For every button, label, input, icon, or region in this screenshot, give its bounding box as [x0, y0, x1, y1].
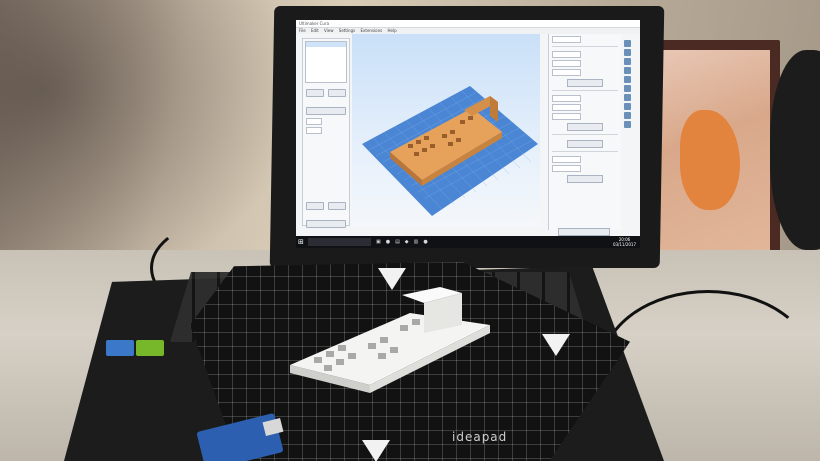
view-tool-icon[interactable]	[623, 85, 631, 92]
settings-row	[552, 156, 618, 163]
left-panel-button[interactable]	[328, 89, 346, 97]
left-panel-field-row	[306, 118, 346, 125]
left-panel-field-row	[306, 127, 346, 134]
menu-extensions[interactable]: Extensions	[360, 28, 382, 33]
slice-button[interactable]	[558, 228, 610, 236]
left-panel-field[interactable]	[306, 127, 322, 134]
settings-select[interactable]	[552, 165, 581, 172]
objects-panel	[302, 38, 350, 228]
settings-button[interactable]	[567, 123, 603, 131]
settings-select[interactable]	[552, 156, 581, 163]
settings-select[interactable]	[552, 60, 581, 67]
settings-row	[552, 165, 618, 172]
object-list[interactable]	[305, 41, 347, 83]
settings-row	[552, 51, 618, 58]
settings-row	[552, 104, 618, 111]
taskbar-app-icons[interactable]: ▣●▤◆▥●	[376, 239, 433, 245]
left-panel-field[interactable]	[306, 118, 322, 125]
menu-edit[interactable]: Edit	[311, 28, 319, 33]
build-plate-scene	[362, 86, 538, 216]
mirror-tool-icon[interactable]	[623, 67, 631, 74]
menu-view[interactable]: View	[324, 28, 334, 33]
settings-select[interactable]	[552, 69, 581, 76]
view-tool-icon[interactable]	[623, 112, 631, 119]
left-panel-button[interactable]	[306, 89, 324, 97]
view-tool-icon[interactable]	[623, 121, 631, 128]
settings-select[interactable]	[552, 113, 581, 120]
settings-panel	[548, 34, 621, 230]
scale-tool-icon[interactable]	[623, 49, 631, 56]
view-tool-icon[interactable]	[623, 94, 631, 101]
printed-part	[290, 287, 490, 393]
settings-section	[552, 151, 618, 154]
3d-viewport[interactable]	[352, 34, 540, 226]
settings-row	[552, 113, 618, 120]
laptop-screen: Ultimaker Cura File Edit View Settings E…	[296, 20, 640, 248]
left-panel-button[interactable]	[306, 220, 346, 228]
settings-section	[552, 90, 618, 93]
clock-date: 03/11/2017	[612, 242, 636, 247]
window-title: Ultimaker Cura	[299, 21, 330, 26]
taskbar-clock[interactable]: 20:06 03/11/2017	[613, 237, 636, 247]
windows-start-icon[interactable]: ⊞	[298, 238, 306, 246]
window-titlebar: Ultimaker Cura	[296, 20, 640, 28]
object-list-selected-row[interactable]	[306, 42, 346, 47]
windows-taskbar: ⊞ ▣●▤◆▥● 20:06 03/11/2017	[296, 236, 640, 248]
settings-select[interactable]	[552, 95, 581, 102]
settings-select[interactable]	[552, 51, 581, 58]
settings-select[interactable]	[552, 104, 581, 111]
menu-settings[interactable]: Settings	[339, 28, 355, 33]
settings-select[interactable]	[552, 36, 581, 43]
taskbar-search[interactable]	[308, 238, 371, 246]
settings-row	[552, 60, 618, 67]
settings-row	[552, 69, 618, 76]
rotate-tool-icon[interactable]	[623, 58, 631, 65]
mat-triangle-mark	[542, 334, 570, 356]
settings-button[interactable]	[567, 175, 603, 183]
tool-strip	[622, 38, 632, 168]
view-tool-icon[interactable]	[623, 76, 631, 83]
left-panel-button[interactable]	[328, 202, 346, 210]
sticker	[106, 340, 134, 356]
mat-triangle-mark	[362, 440, 390, 461]
move-tool-icon[interactable]	[623, 40, 631, 47]
sticker	[136, 340, 164, 356]
menu-file[interactable]: File	[299, 28, 306, 33]
left-panel-button[interactable]	[306, 202, 324, 210]
settings-button[interactable]	[567, 79, 603, 87]
left-panel-button[interactable]	[306, 107, 346, 115]
settings-section	[552, 46, 618, 49]
settings-button[interactable]	[567, 140, 603, 148]
settings-section	[552, 134, 618, 137]
settings-row	[552, 36, 618, 43]
menu-help[interactable]: Help	[388, 28, 397, 33]
view-tool-icon[interactable]	[623, 103, 631, 110]
settings-row	[552, 95, 618, 102]
photo-scene: Ultimaker Cura File Edit View Settings E…	[0, 0, 820, 461]
mat-brand-text: ideapad	[452, 430, 508, 444]
